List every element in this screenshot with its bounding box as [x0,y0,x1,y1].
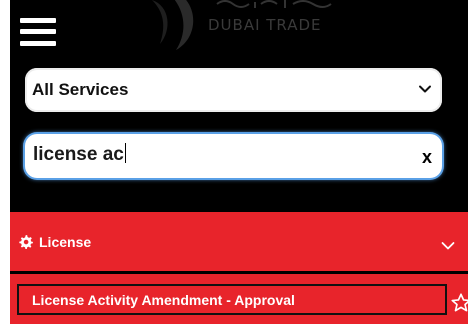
list-item: License Activity Amendment - Approval [10,274,468,324]
services-select-value: All Services [32,80,129,99]
service-search-input[interactable]: license ac x [25,134,442,178]
logo-arabic-script [216,0,332,8]
clear-search-button[interactable]: x [422,148,432,166]
chevron-down-icon [419,85,431,93]
gear-icon [19,235,33,249]
star-outline-icon[interactable] [450,292,468,314]
category-license-header[interactable]: License [10,212,468,271]
logo-text: DUBAI TRADE [208,16,322,34]
services-select[interactable]: All Services [25,68,442,112]
chevron-down-icon[interactable] [441,239,455,253]
category-label: License [39,234,92,250]
service-link-license-activity-amendment[interactable]: License Activity Amendment - Approval [17,284,447,315]
hamburger-menu-icon[interactable] [20,18,56,46]
mobile-menu-panel: DUBAI TRADE All Services license ac x Li… [10,0,468,324]
dubai-trade-logo-mark [152,0,194,50]
search-input-value: license ac [33,143,126,165]
service-label: License Activity Amendment - Approval [32,292,295,308]
